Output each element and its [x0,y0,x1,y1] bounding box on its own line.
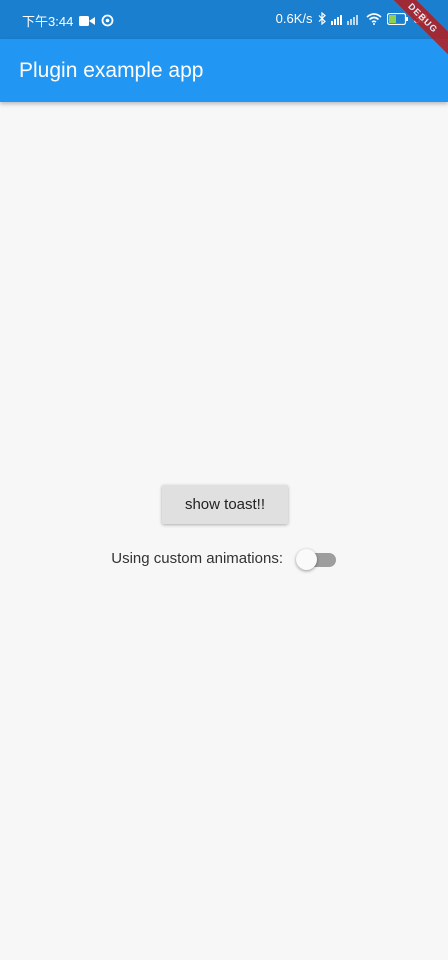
sync-icon [101,14,114,27]
signal-icon [330,13,361,25]
network-speed: 0.6K/s [275,11,313,26]
custom-animations-row: Using custom animations: [0,546,448,572]
battery-icon [386,12,409,25]
video-camera-icon [79,15,96,27]
app-title: Plugin example app [19,59,204,82]
show-toast-button[interactable]: show toast!! [162,485,288,524]
status-right: 0.6K/s 38 [276,11,428,26]
status-time: 下午3:44 [22,14,74,29]
custom-animations-label: Using custom animations: [111,550,283,567]
switch-thumb [296,549,317,570]
app-bar: Plugin example app [0,39,448,102]
custom-animations-switch[interactable] [296,547,338,571]
wifi-icon [366,12,382,25]
bluetooth-icon [318,12,326,25]
status-bar: 下午3:44 0.6K/s 38 [0,0,448,39]
status-left: 下午3:44 [22,11,114,30]
